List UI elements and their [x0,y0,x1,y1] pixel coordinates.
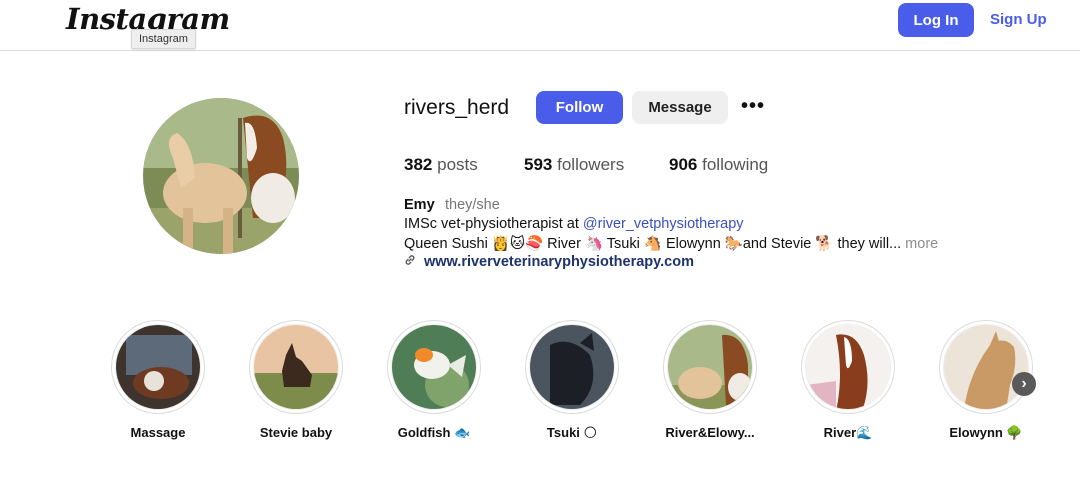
bio-occupation-text: IMSc vet-physiotherapist at [404,216,583,232]
posts-count: 382 [404,155,433,174]
bio-more-button[interactable]: more [905,236,938,252]
highlight-stevie-baby[interactable]: Stevie baby [236,320,356,440]
following-stat[interactable]: 906 following [669,155,768,175]
highlight-label: River&Elowy... [665,425,755,440]
highlight-river-elowynn[interactable]: River&Elowy... [650,320,770,440]
highlight-ring [525,320,619,414]
signup-link[interactable]: Sign Up [990,11,1047,28]
highlight-label: River🌊 [823,425,873,440]
following-label: following [702,155,769,174]
highlight-label: Massage [130,425,186,440]
highlight-cover [805,324,891,410]
followers-count: 593 [524,155,553,174]
logo-tooltip: Instagram [131,29,196,49]
highlight-tsuki[interactable]: Tsuki 🌕 [512,320,632,441]
posts-stat: 382 posts [404,155,478,175]
message-button[interactable]: Message [632,91,728,124]
login-button[interactable]: Log In [898,3,974,37]
highlight-ring [387,320,481,414]
highlight-ring [663,320,757,414]
highlight-cover [529,324,615,410]
top-navigation-bar: Instagram Instagram Log In Sign Up [0,0,1080,51]
highlight-cover [253,324,339,410]
highlight-label: Elowynn 🌳 [949,425,1023,440]
posts-label: posts [437,155,478,174]
highlight-cover [391,324,477,410]
profile-avatar[interactable] [143,98,299,254]
followers-label: followers [557,155,625,174]
bio-animals-text: Queen Sushi 👸🐱🍣 River 🦄 Tsuki 🐴 Elowynn … [404,236,902,252]
bio-name: Emy [404,197,435,213]
highlight-cover [115,324,201,410]
highlight-cover [667,324,753,410]
following-count: 906 [669,155,698,174]
more-options-icon[interactable]: ••• [741,96,765,116]
avatar-horses-image [143,98,299,254]
highlight-cover [943,324,1029,410]
bio-line-animals: Queen Sushi 👸🐱🍣 River 🦄 Tsuki 🐴 Elowynn … [404,235,938,252]
highlight-ring [939,320,1033,414]
highlight-label: Goldfish 🐟 [397,425,471,440]
follow-button[interactable]: Follow [536,91,623,124]
website-link[interactable]: www.riverveterinaryphysiotherapy.com [404,254,694,270]
link-icon [404,254,418,269]
chevron-right-icon[interactable]: › [1012,372,1036,396]
highlight-ring [801,320,895,414]
highlight-ring [111,320,205,414]
highlight-river[interactable]: River🌊 [788,320,908,441]
profile-username: rivers_herd [404,96,510,119]
highlight-label: Stevie baby [259,425,333,440]
highlight-label: Tsuki 🌕 [546,425,598,440]
highlight-ring [249,320,343,414]
highlight-massage[interactable]: Massage [98,320,218,440]
highlight-goldfish[interactable]: Goldfish 🐟 [374,320,494,441]
bio-line-occupation: IMSc vet-physiotherapist at @river_vetph… [404,216,744,232]
bio-pronouns: they/she [445,197,500,213]
followers-stat[interactable]: 593 followers [524,155,624,175]
website-url: www.riverveterinaryphysiotherapy.com [424,254,694,270]
bio-mention-link[interactable]: @river_vetphysiotherapy [583,216,744,232]
